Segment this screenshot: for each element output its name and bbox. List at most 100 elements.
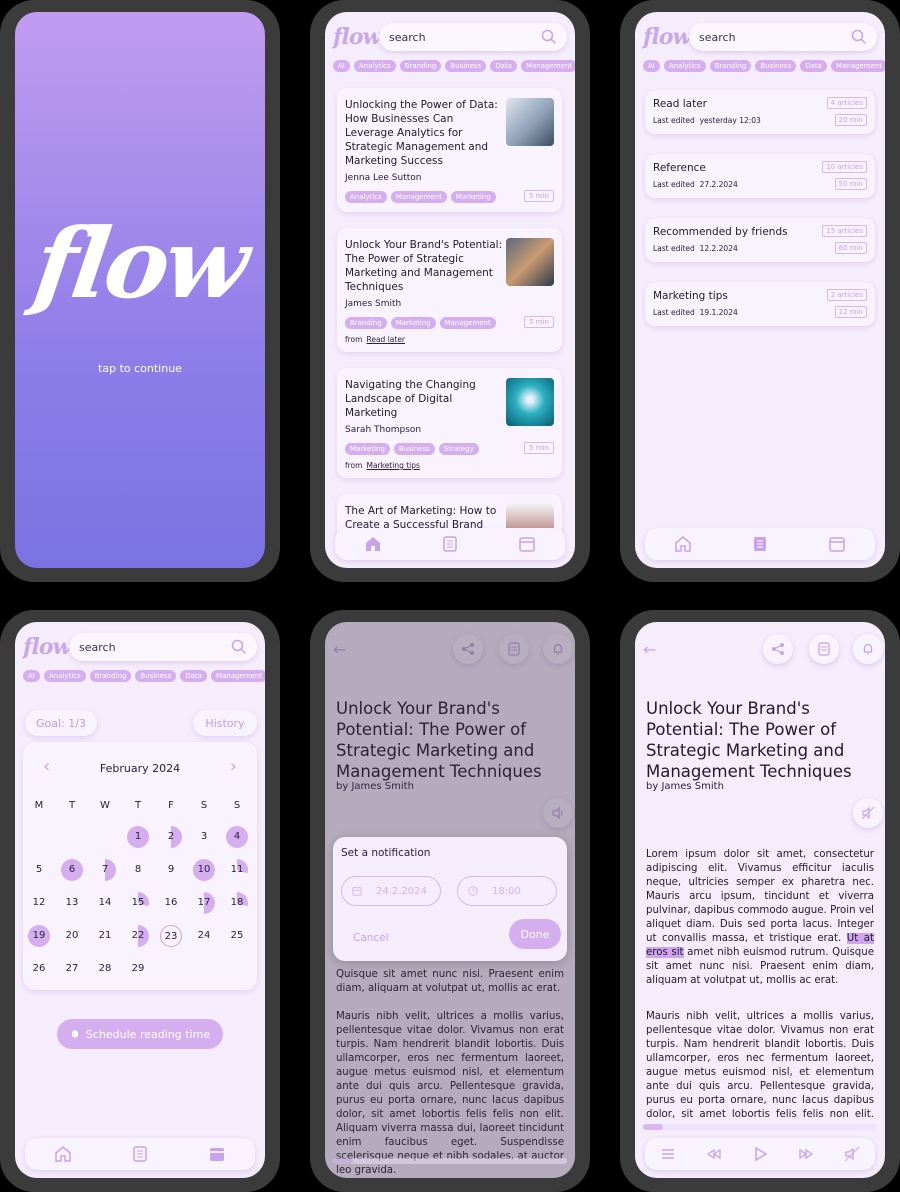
calendar-day[interactable]: 28: [94, 958, 116, 980]
calendar-day[interactable]: 4: [226, 826, 248, 848]
done-button[interactable]: Done: [509, 919, 561, 949]
calendar-day[interactable]: 17: [193, 892, 215, 914]
calendar-day[interactable]: 1: [127, 826, 149, 848]
articles-icon[interactable]: [751, 535, 769, 553]
list-icon[interactable]: [809, 634, 839, 664]
tag-filter[interactable]: Branding: [709, 60, 752, 72]
calendar-day[interactable]: 6: [61, 859, 83, 881]
progress-thumb[interactable]: [643, 1124, 663, 1130]
source-list-link[interactable]: Read later: [366, 335, 405, 344]
calendar-day[interactable]: 13: [61, 892, 83, 914]
calendar-icon[interactable]: [828, 535, 846, 553]
article-card[interactable]: Unlocking the Power of Data: How Busines…: [337, 88, 562, 212]
tag-filter[interactable]: Branding: [399, 60, 442, 72]
article-tag[interactable]: Management: [439, 317, 496, 329]
calendar-day[interactable]: 24: [193, 925, 215, 947]
play-icon[interactable]: [751, 1145, 769, 1163]
bell-icon[interactable]: [853, 634, 883, 664]
calendar-day[interactable]: 18: [226, 892, 248, 914]
calendar-day[interactable]: 27: [61, 958, 83, 980]
reading-list[interactable]: Read later Last edited yesterday 12:03 4…: [645, 90, 875, 134]
tag-filter[interactable]: Business: [755, 60, 797, 72]
speaker-muted-icon[interactable]: [843, 1145, 861, 1163]
search-icon[interactable]: [231, 639, 247, 655]
reading-list[interactable]: Recommended by friends Last edited 12.2.…: [645, 218, 875, 262]
article-tag[interactable]: Management: [390, 191, 447, 203]
reading-list[interactable]: Marketing tips Last edited 19.1.2024 2 a…: [645, 282, 875, 326]
calendar-day[interactable]: 7: [94, 859, 116, 881]
article-card[interactable]: Navigating the Changing Landscape of Dig…: [337, 368, 562, 478]
calendar-day[interactable]: 19: [28, 925, 50, 947]
article-tag[interactable]: Marketing: [345, 443, 390, 455]
calendar-day[interactable]: 15: [127, 892, 149, 914]
articles-icon[interactable]: [131, 1145, 149, 1163]
back-arrow-icon[interactable]: ←: [643, 640, 656, 659]
tag-filter[interactable]: Analytics: [663, 60, 706, 72]
progress-bar[interactable]: [333, 1158, 567, 1164]
history-button[interactable]: History: [193, 710, 257, 736]
calendar-day[interactable]: 11: [226, 859, 248, 881]
tag-filter[interactable]: Management: [520, 60, 575, 72]
search-input[interactable]: search: [69, 633, 257, 661]
share-icon[interactable]: [763, 634, 793, 664]
home-icon[interactable]: [364, 535, 382, 553]
calendar-day[interactable]: 22: [127, 925, 149, 947]
calendar-day[interactable]: 3: [193, 826, 215, 848]
time-field[interactable]: 18:00: [457, 876, 557, 906]
calendar-day[interactable]: 16: [160, 892, 182, 914]
article-tag[interactable]: Analytics: [345, 191, 387, 203]
tag-filter[interactable]: Business: [135, 670, 177, 682]
tag-filter[interactable]: AI: [23, 670, 40, 682]
article-tag[interactable]: Marketing: [390, 317, 436, 329]
schedule-reading-button[interactable]: Schedule reading time: [57, 1019, 223, 1049]
cancel-button[interactable]: Cancel: [353, 932, 389, 944]
tap-to-continue[interactable]: tap to continue: [15, 362, 265, 375]
tag-filter[interactable]: AI: [643, 60, 660, 72]
progress-thumb[interactable]: [333, 1158, 353, 1164]
search-icon[interactable]: [541, 29, 557, 45]
goal-pill[interactable]: Goal: 1/3: [25, 710, 97, 736]
fast-forward-icon[interactable]: [797, 1145, 815, 1163]
article-tag[interactable]: Marketing: [450, 191, 496, 203]
articles-icon[interactable]: [441, 535, 459, 553]
article-card[interactable]: Unlock Your Brand's Potential: The Power…: [337, 228, 562, 352]
tag-filter[interactable]: Data: [180, 670, 207, 682]
calendar-day[interactable]: 9: [160, 859, 182, 881]
tag-filter[interactable]: Business: [445, 60, 487, 72]
article-tag[interactable]: Branding: [345, 317, 387, 329]
search-input[interactable]: search: [379, 23, 567, 51]
calendar-icon[interactable]: [518, 535, 536, 553]
reading-list[interactable]: Reference Last edited 27.2.2024 10 artic…: [645, 154, 875, 198]
calendar-day[interactable]: 8: [127, 859, 149, 881]
calendar-day[interactable]: 23: [160, 925, 182, 947]
progress-bar[interactable]: [643, 1124, 877, 1130]
tag-filter[interactable]: Data: [490, 60, 517, 72]
article-tag[interactable]: Strategy: [438, 443, 479, 455]
calendar-day[interactable]: 26: [28, 958, 50, 980]
tag-filter[interactable]: Data: [800, 60, 827, 72]
source-list-link[interactable]: Marketing tips: [366, 461, 419, 470]
menu-icon[interactable]: [659, 1145, 677, 1163]
home-icon[interactable]: [54, 1145, 72, 1163]
date-field[interactable]: 24.2.2024: [341, 876, 441, 906]
speaker-muted-icon[interactable]: [853, 798, 883, 828]
splash-screen[interactable]: flow tap to continue: [15, 12, 265, 568]
calendar-day[interactable]: 21: [94, 925, 116, 947]
tag-filter[interactable]: Analytics: [43, 670, 86, 682]
calendar-icon[interactable]: [208, 1145, 226, 1163]
calendar-day[interactable]: 10: [193, 859, 215, 881]
search-input[interactable]: search: [689, 23, 877, 51]
tag-filter[interactable]: Analytics: [353, 60, 396, 72]
calendar-day[interactable]: 2: [160, 826, 182, 848]
calendar-day[interactable]: 20: [61, 925, 83, 947]
tag-filter[interactable]: AI: [333, 60, 350, 72]
tag-filter[interactable]: Branding: [89, 670, 132, 682]
calendar-day[interactable]: 5: [28, 859, 50, 881]
article-tag[interactable]: Business: [393, 443, 435, 455]
home-icon[interactable]: [674, 535, 692, 553]
calendar-day[interactable]: 14: [94, 892, 116, 914]
calendar-day[interactable]: 25: [226, 925, 248, 947]
calendar-day[interactable]: 12: [28, 892, 50, 914]
tag-filter[interactable]: Management: [210, 670, 265, 682]
rewind-icon[interactable]: [705, 1145, 723, 1163]
